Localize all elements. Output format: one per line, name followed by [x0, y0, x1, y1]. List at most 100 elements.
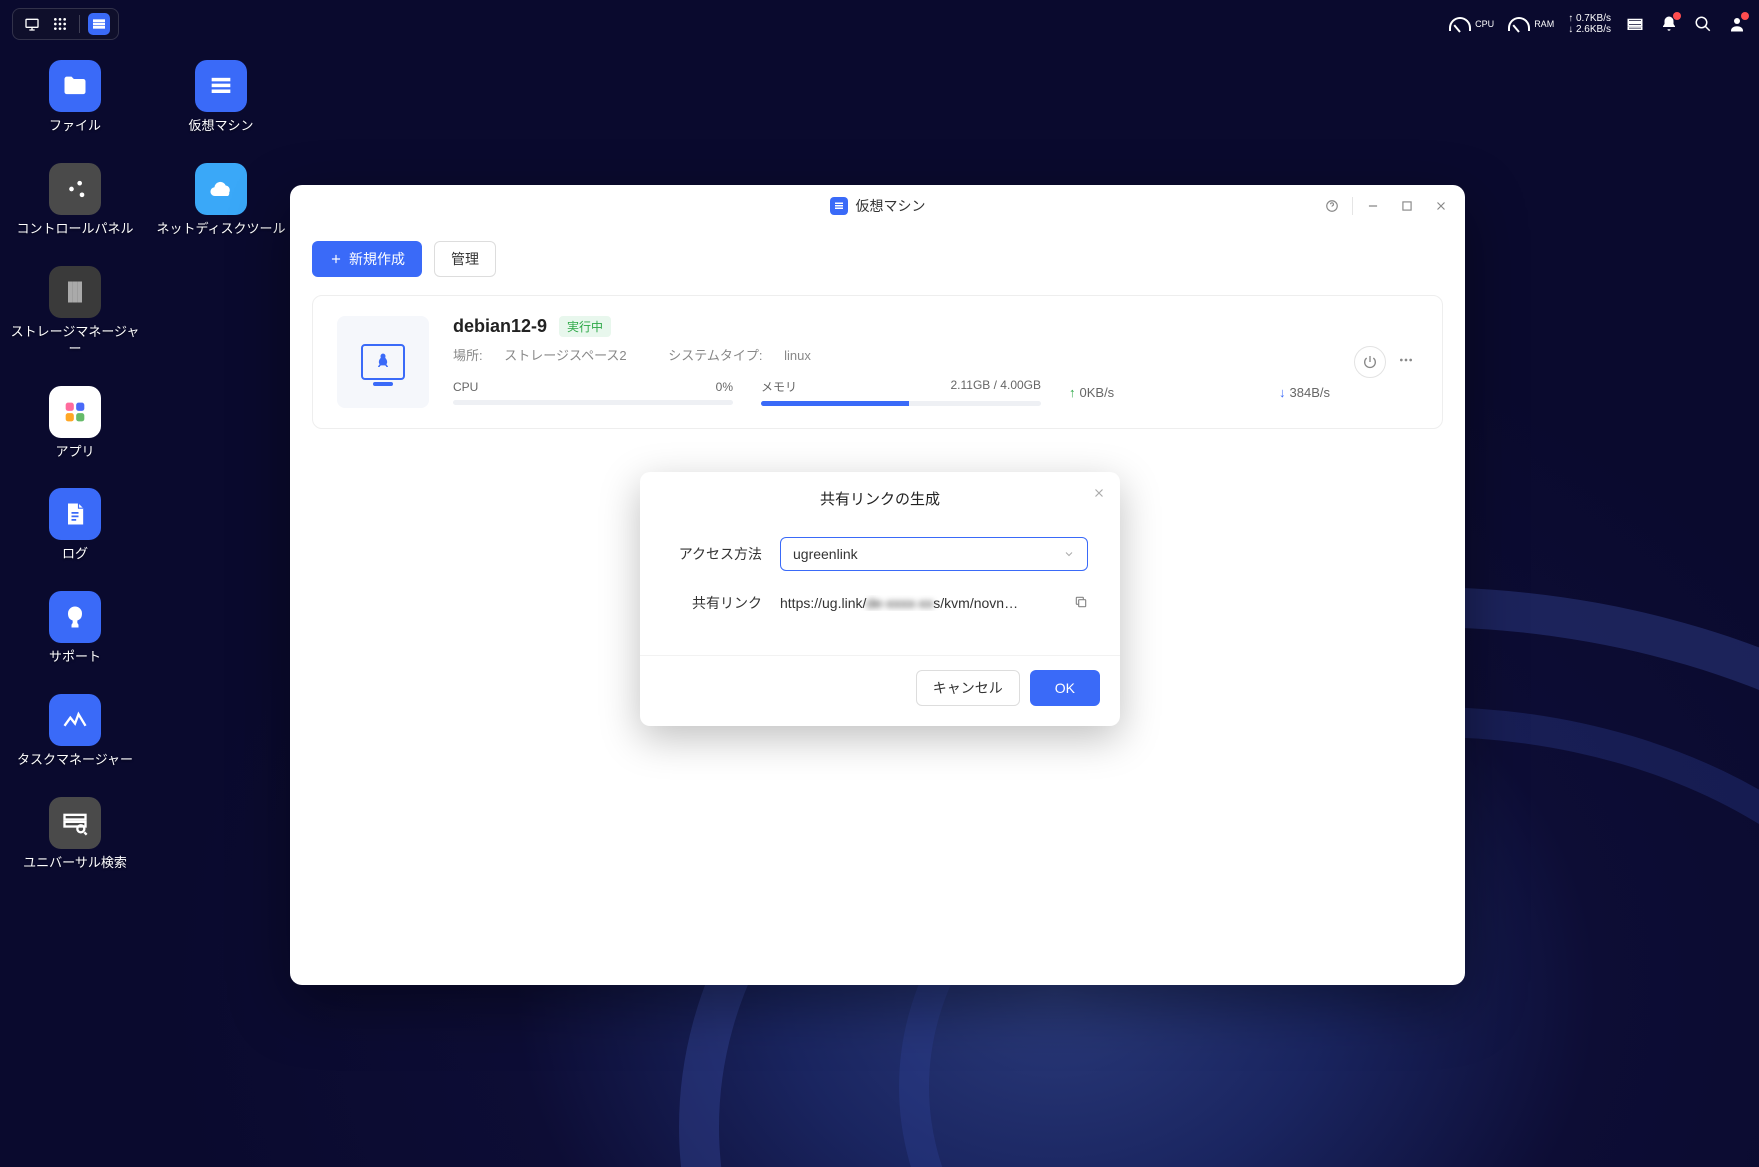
- modal-footer: キャンセル OK: [640, 655, 1120, 726]
- mem-bar: [761, 401, 1041, 406]
- minimize-button[interactable]: [1359, 192, 1387, 220]
- cpu-meter[interactable]: CPU: [1449, 17, 1494, 31]
- net-down-stat: ↓ 384B/s: [1279, 385, 1330, 400]
- ok-button[interactable]: OK: [1030, 670, 1100, 706]
- new-button[interactable]: 新規作成: [312, 241, 422, 277]
- cpu-bar: [453, 400, 733, 405]
- cancel-button[interactable]: キャンセル: [916, 670, 1020, 706]
- desktop-icon-label: ストレージマネージャー: [10, 324, 140, 358]
- desktop-switcher-icon[interactable]: [21, 13, 43, 35]
- gauge-icon: [1508, 17, 1530, 31]
- help-button[interactable]: [1318, 192, 1346, 220]
- maximize-button[interactable]: [1393, 192, 1421, 220]
- close-button[interactable]: [1427, 192, 1455, 220]
- cpu-stat-value: 0%: [716, 380, 733, 394]
- modal-body: アクセス方法 ugreenlink 共有リンク https://ug.link/…: [640, 525, 1120, 655]
- taskbar-app-vm[interactable]: [88, 13, 110, 35]
- new-button-label: 新規作成: [349, 249, 405, 269]
- ram-label: RAM: [1534, 19, 1554, 29]
- access-method-select[interactable]: ugreenlink: [780, 537, 1088, 571]
- net-up: ↑ 0.7KB/s: [1568, 13, 1611, 24]
- desktop-icon-label: 仮想マシン: [188, 118, 253, 135]
- vm-actions: [1354, 346, 1418, 378]
- copy-button[interactable]: [1074, 595, 1088, 612]
- vm-meta: 場所: ストレージスペース2 システムタイプ: linux: [453, 345, 1330, 364]
- desktop-icon-taskmanager[interactable]: タスクマネージャー: [10, 694, 140, 769]
- modal-title: 共有リンクの生成: [820, 491, 940, 508]
- vm-card[interactable]: debian12-9 実行中 場所: ストレージスペース2 システムタイプ: l…: [312, 295, 1443, 429]
- cpu-stat: CPU 0%: [453, 380, 733, 405]
- desktop-icon-label: タスクマネージャー: [17, 752, 133, 769]
- notification-badge: [1673, 12, 1681, 20]
- desktop-icon-netdisk[interactable]: ネットディスクツール: [156, 163, 286, 238]
- cancel-button-label: キャンセル: [933, 678, 1003, 698]
- power-button[interactable]: [1354, 346, 1386, 378]
- vm-body: debian12-9 実行中 場所: ストレージスペース2 システムタイプ: l…: [453, 316, 1330, 406]
- desktop-icon-label: コントロールパネル: [16, 221, 133, 238]
- topbar-right: CPU RAM ↑ 0.7KB/s ↓ 2.6KB/s: [1449, 13, 1747, 35]
- notifications-icon[interactable]: [1659, 14, 1679, 34]
- modal-header: 共有リンクの生成: [640, 472, 1120, 525]
- mem-stat-label: メモリ: [761, 378, 797, 395]
- desktop-icons: ファイル 仮想マシン コントロールパネル ネットディスクツール ストレージマネー…: [10, 60, 286, 900]
- vm-thumbnail: [337, 316, 429, 408]
- desktop-icon-label: ネットディスクツール: [156, 221, 285, 238]
- desktop-icon-label: アプリ: [55, 444, 94, 461]
- cpu-label: CPU: [1475, 19, 1494, 29]
- vm-name: debian12-9: [453, 316, 547, 337]
- desktop-icon-label: ファイル: [49, 118, 101, 135]
- share-link-text: https://ug.link/de-xxxx-xxs/kvm/novn…: [780, 595, 1066, 611]
- vm-status-badge: 実行中: [559, 316, 611, 337]
- apps-grid-icon[interactable]: [49, 13, 71, 35]
- vm-stats: CPU 0% メモリ 2.11GB / 4.00GB ↑ 0KB/s: [453, 378, 1330, 406]
- user-badge: [1741, 12, 1749, 20]
- cpu-stat-label: CPU: [453, 380, 478, 394]
- desktop-icon-apps[interactable]: アプリ: [10, 386, 140, 461]
- share-link-display: https://ug.link/de-xxxx-xxs/kvm/novn…: [780, 595, 1088, 612]
- ram-meter[interactable]: RAM: [1508, 17, 1554, 31]
- gauge-icon: [1449, 17, 1471, 31]
- desktop-icon-support[interactable]: サポート: [10, 591, 140, 666]
- desktop-icon-files[interactable]: ファイル: [10, 60, 140, 135]
- share-link-modal: 共有リンクの生成 アクセス方法 ugreenlink 共有リンク https:/…: [640, 472, 1120, 726]
- vm-location-value: ストレージスペース2: [504, 348, 626, 363]
- ok-button-label: OK: [1055, 680, 1075, 696]
- mem-stat-value: 2.11GB / 4.00GB: [951, 378, 1042, 395]
- window-title-text: 仮想マシン: [856, 196, 926, 216]
- chevron-down-icon: [1063, 548, 1075, 560]
- desktop-icon-control-panel[interactable]: コントロールパネル: [10, 163, 140, 238]
- topbar: CPU RAM ↑ 0.7KB/s ↓ 2.6KB/s: [0, 0, 1759, 48]
- net-down-value: 384B/s: [1290, 385, 1330, 400]
- manage-button[interactable]: 管理: [434, 241, 496, 277]
- vm-systype-value: linux: [784, 348, 811, 363]
- linux-icon: [361, 344, 405, 380]
- network-stats[interactable]: ↑ 0.7KB/s ↓ 2.6KB/s: [1568, 13, 1611, 35]
- desktop-icon-label: ユニバーサル検索: [23, 855, 127, 872]
- window-title: 仮想マシン: [830, 196, 926, 216]
- manage-button-label: 管理: [451, 249, 479, 269]
- desktop-icon-label: ログ: [62, 546, 88, 563]
- more-button[interactable]: [1394, 348, 1418, 377]
- window-titlebar[interactable]: 仮想マシン: [290, 185, 1465, 227]
- modal-close-button[interactable]: [1092, 486, 1106, 504]
- separator: [1352, 197, 1353, 215]
- desktop-icon-vm[interactable]: 仮想マシン: [156, 60, 286, 135]
- search-icon[interactable]: [1693, 14, 1713, 34]
- widgets-icon[interactable]: [1625, 14, 1645, 34]
- mem-stat: メモリ 2.11GB / 4.00GB: [761, 378, 1041, 406]
- access-method-label: アクセス方法: [672, 544, 762, 564]
- desktop-icon-storage[interactable]: ストレージマネージャー: [10, 266, 140, 358]
- desktop-icon-label: サポート: [49, 649, 101, 666]
- desktop-icon-logs[interactable]: ログ: [10, 488, 140, 563]
- desktop-icon-universal-search[interactable]: ユニバーサル検索: [10, 797, 140, 872]
- user-icon[interactable]: [1727, 14, 1747, 34]
- separator: [79, 15, 80, 33]
- net-down: ↓ 2.6KB/s: [1568, 24, 1611, 35]
- net-up-value: 0KB/s: [1080, 385, 1115, 400]
- topbar-left: [12, 8, 119, 40]
- access-method-value: ugreenlink: [793, 546, 858, 562]
- share-link-label: 共有リンク: [672, 593, 762, 613]
- net-up-stat: ↑ 0KB/s: [1069, 385, 1114, 400]
- toolbar: 新規作成 管理: [290, 227, 1465, 285]
- vm-header: debian12-9 実行中: [453, 316, 1330, 337]
